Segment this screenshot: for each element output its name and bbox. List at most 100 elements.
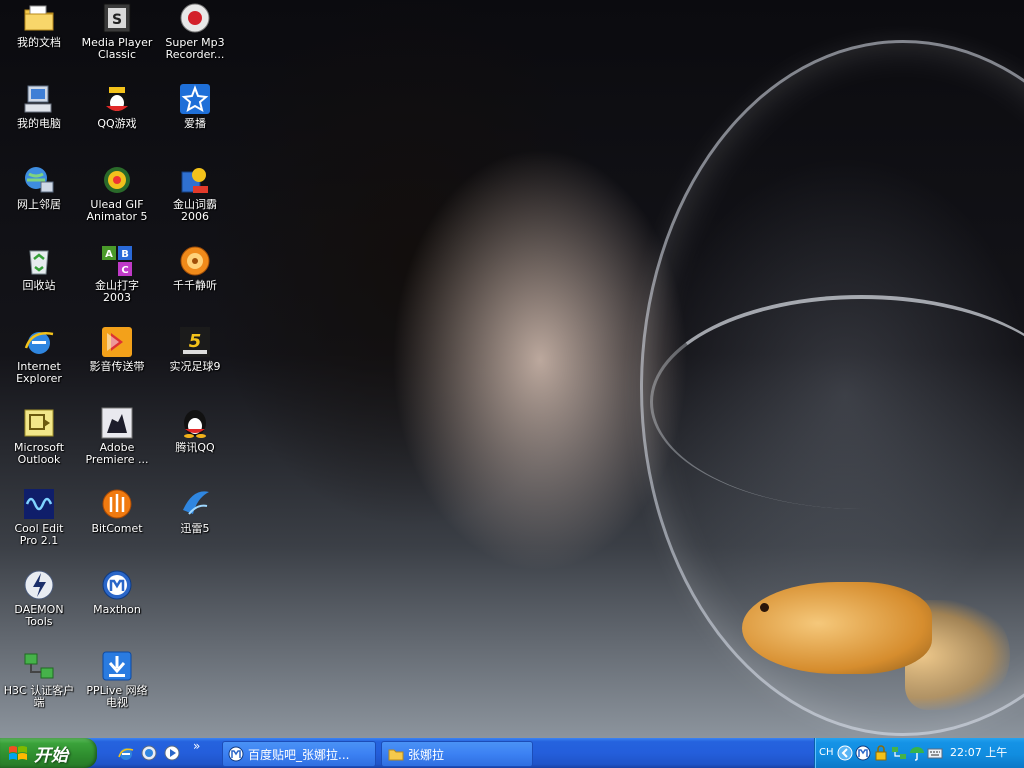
desktop-icon-label: QQ游戏	[97, 117, 137, 130]
desktop-icon-qq-games[interactable]: QQ游戏	[78, 83, 156, 130]
desktop-icon-label: 金山词霸 2006	[173, 198, 217, 223]
desktop-icon-outlook[interactable]: Microsoft Outlook	[0, 407, 78, 466]
desktop-icon-label: 千千静听	[173, 279, 217, 292]
network-icon	[23, 164, 55, 196]
start-button[interactable]: 开始	[0, 738, 97, 768]
desktop-icon-label: 爱播	[184, 117, 206, 130]
taskbar-button-label: 百度贴吧_张娜拉...	[248, 747, 350, 762]
desktop-wallpaper: 我的文档 S Media Player Classic Super Mp3 Re…	[0, 0, 1024, 738]
quicklaunch-internet-explorer[interactable]	[117, 744, 135, 762]
desktop-icon-label: 网上邻居	[17, 198, 61, 211]
desktop-icon-aibo[interactable]: 爱播	[156, 83, 234, 130]
gif-animator-icon	[101, 164, 133, 196]
desktop-icon-network-places[interactable]: 网上邻居	[0, 164, 78, 211]
mp3-recorder-icon	[179, 2, 211, 34]
tray-icon-ime[interactable]	[927, 745, 943, 761]
thunder-icon	[179, 488, 211, 520]
clock[interactable]: 22:07 上午	[950, 745, 1007, 761]
desktop-icon-my-computer[interactable]: 我的电脑	[0, 83, 78, 130]
desktop-icon-tencent-qq[interactable]: 腾讯QQ	[156, 407, 234, 454]
desktop-icon-label: Media Player Classic	[81, 36, 153, 61]
desktop-icon-bitcomet[interactable]: BitComet	[78, 488, 156, 535]
svg-text:5: 5	[189, 331, 202, 352]
tray-icon-network[interactable]	[891, 745, 907, 761]
desktop-icon-label: 我的文档	[17, 36, 61, 49]
desktop-icon-label: Ulead GIF Animator 5	[86, 198, 148, 223]
qq-games-icon	[101, 83, 133, 115]
desktop-icon-label: 回收站	[22, 279, 56, 292]
desktop-icon-recycle-bin[interactable]: 回收站	[0, 245, 78, 292]
desktop-icon-label: BitComet	[91, 522, 143, 535]
media-player-icon	[164, 745, 180, 761]
tray-icon-maxthon[interactable]	[855, 745, 871, 761]
desktop-icon-label: H3C 认证客户 端	[3, 684, 75, 709]
desktop-icon-label: Microsoft Outlook	[13, 441, 65, 466]
desktop-icon-qianqian-jingting[interactable]: 千千静听	[156, 245, 234, 292]
tray-collapse-button[interactable]	[837, 745, 853, 761]
goldfish	[742, 582, 932, 674]
desktop-icon-label: 腾讯QQ	[175, 441, 215, 454]
language-indicator[interactable]: CH	[819, 745, 834, 761]
qq-penguin-icon	[179, 407, 211, 439]
recycle-bin-icon	[23, 245, 55, 277]
svg-text:B: B	[121, 249, 129, 260]
desktop-icon-h3c-client[interactable]: H3C 认证客户 端	[0, 650, 78, 709]
desktop-icon-thunder5[interactable]: 迅雷5	[156, 488, 234, 535]
desktop-icon-internet-explorer[interactable]: Internet Explorer	[0, 326, 78, 385]
maxthon-icon	[228, 746, 244, 762]
desktop-icon-cool-edit-pro[interactable]: Cool Edit Pro 2.1	[0, 488, 78, 547]
desktop-icon-label: Cool Edit Pro 2.1	[14, 522, 64, 547]
desktop-icon-label: 金山打字 2003	[95, 279, 139, 304]
windows-logo-icon	[8, 744, 28, 762]
tray-icon-lock[interactable]	[873, 745, 889, 761]
tray-icon-umbrella[interactable]	[909, 745, 925, 761]
desktop-icon-label: Internet Explorer	[16, 360, 62, 385]
desktop-icon-video-downloader[interactable]: 影音传送带	[78, 326, 156, 373]
typing-abc-icon: ABC	[101, 245, 133, 277]
chevron-left-icon	[837, 745, 853, 761]
h3c-network-icon	[891, 745, 907, 761]
computer-icon	[23, 83, 55, 115]
desktop-icon-maxthon[interactable]: Maxthon	[78, 569, 156, 616]
desktop-icon-label: 我的电脑	[17, 117, 61, 130]
pes-game-icon: 5	[179, 326, 211, 358]
internet-explorer-icon	[118, 745, 134, 761]
taskbar-button-label: 张娜拉	[408, 747, 445, 762]
desktop-icon-daemon-tools[interactable]: DAEMON Tools	[0, 569, 78, 628]
desktop-icon-pes9[interactable]: 5 实况足球9	[156, 326, 234, 373]
desktop-icon-adobe-premiere[interactable]: Adobe Premiere ...	[78, 407, 156, 466]
cool-edit-icon	[23, 488, 55, 520]
maxthon-icon	[855, 745, 871, 761]
taskbar-button-folder[interactable]: 张娜拉	[381, 741, 533, 767]
taskbar-button-baidu-tieba[interactable]: 百度贴吧_张娜拉...	[222, 741, 376, 767]
desktop-icon-ulead-gif-animator[interactable]: Ulead GIF Animator 5	[78, 164, 156, 223]
desktop-icon-label: PPLive 网络 电视	[86, 684, 148, 709]
h3c-network-icon	[23, 650, 55, 682]
daemon-tools-icon	[23, 569, 55, 601]
desktop-icon-jinshan-ciba[interactable]: 金山词霸 2006	[156, 164, 234, 223]
internet-explorer-icon	[23, 326, 55, 358]
svg-text:C: C	[121, 265, 128, 276]
quicklaunch-media-player[interactable]	[163, 744, 181, 762]
music-player-icon	[179, 245, 211, 277]
lock-icon	[873, 745, 889, 761]
folder-documents-icon	[23, 2, 55, 34]
show-desktop-icon	[141, 745, 157, 761]
keyboard-icon	[927, 745, 943, 761]
desktop-icon-pplive[interactable]: PPLive 网络 电视	[78, 650, 156, 709]
goldfish-eye	[760, 603, 769, 612]
quicklaunch-show-desktop[interactable]	[140, 744, 158, 762]
desktop-icon-super-mp3-recorder[interactable]: Super Mp3 Recorder...	[156, 2, 234, 61]
outlook-icon	[23, 407, 55, 439]
desktop-icon-label: DAEMON Tools	[14, 603, 64, 628]
svg-text:A: A	[105, 249, 113, 260]
umbrella-icon	[909, 745, 925, 761]
bitcomet-icon	[101, 488, 133, 520]
desktop-icon-label: Super Mp3 Recorder...	[165, 36, 225, 61]
quicklaunch-chevron[interactable]: »	[193, 740, 200, 752]
video-downloader-icon	[101, 326, 133, 358]
desktop-icon-my-documents[interactable]: 我的文档	[0, 2, 78, 49]
desktop-icon-jinshan-typing[interactable]: ABC 金山打字 2003	[78, 245, 156, 304]
desktop-icon-media-player-classic[interactable]: S Media Player Classic	[78, 2, 156, 61]
desktop-icon-label: Maxthon	[93, 603, 141, 616]
